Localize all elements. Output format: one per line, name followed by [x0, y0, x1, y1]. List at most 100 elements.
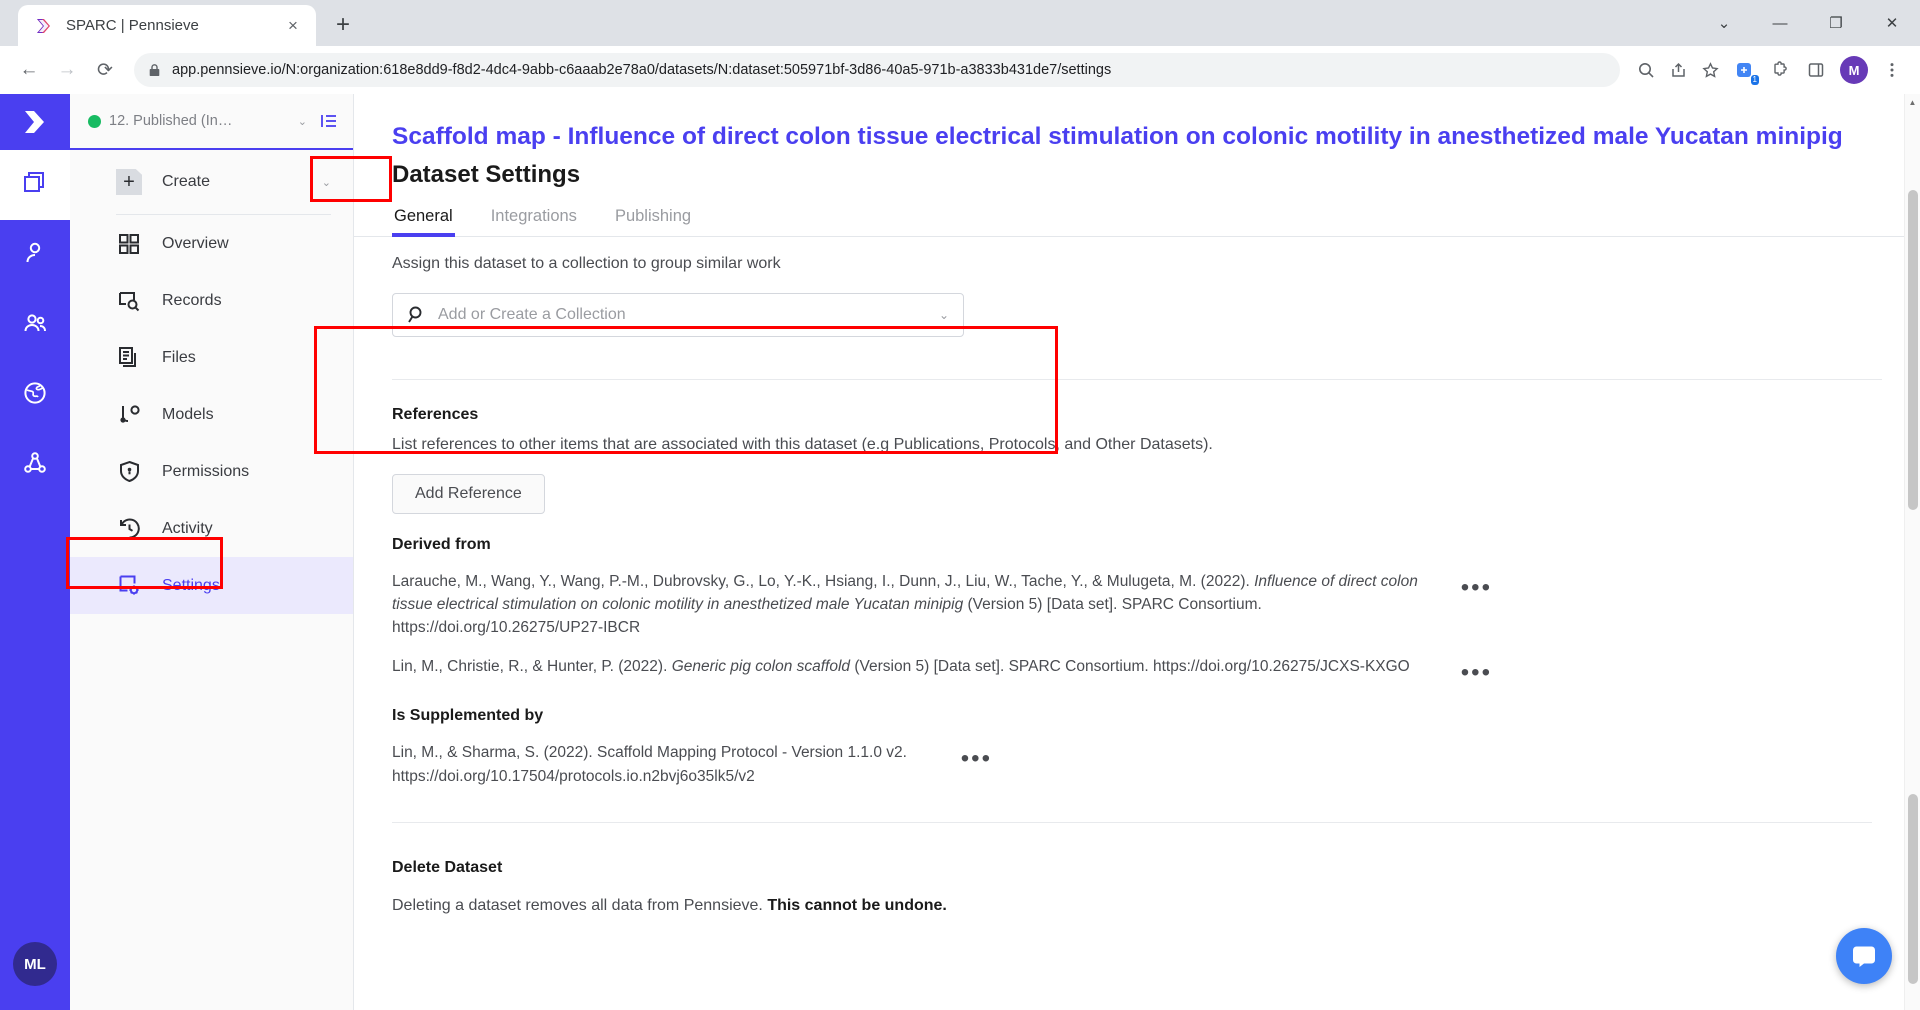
reference-citation: Larauche, M., Wang, Y., Wang, P.-M., Dub…: [392, 570, 1452, 640]
scrollbar-thumb[interactable]: [1908, 190, 1918, 510]
address-bar-url: app.pennsieve.io/N:organization:618e8dd9…: [172, 62, 1112, 78]
browser-chrome: SPARC | Pennsieve × + ⌄ — ❐ ✕ ← → ⟳ app.…: [0, 0, 1920, 94]
search-icon: [407, 305, 426, 324]
citation-authors: Larauche, M., Wang, Y., Wang, P.-M., Dub…: [392, 572, 1255, 590]
sidebar-item-records[interactable]: Records: [70, 272, 353, 329]
sidebar-item-permissions[interactable]: Permissions: [70, 443, 353, 500]
reload-icon[interactable]: ⟳: [88, 53, 122, 87]
citation-authors: Lin, M., Christie, R., & Hunter, P. (202…: [392, 658, 672, 676]
share-icon[interactable]: [1664, 56, 1692, 84]
rail-item-globe[interactable]: [0, 360, 70, 430]
tab-publishing[interactable]: Publishing: [613, 203, 693, 236]
add-file-icon: +: [116, 169, 142, 195]
chrome-menu-icon[interactable]: [1876, 54, 1908, 86]
records-search-icon: [116, 288, 142, 314]
reference-row: Lin, M., Christie, R., & Hunter, P. (202…: [354, 655, 1920, 685]
models-node-icon: [116, 402, 142, 428]
datasets-icon: [21, 169, 49, 202]
delete-description-text: Deleting a dataset removes all data from…: [392, 896, 768, 914]
dataset-sidebar: 12. Published (In… ⌄ + Create ⌄ Overview…: [70, 94, 354, 1010]
create-button[interactable]: + Create ⌄: [70, 150, 353, 214]
new-tab-button[interactable]: +: [326, 8, 360, 42]
citation-meta: (Version 5) [Data set]. SPARC Consortium…: [850, 658, 1410, 676]
dataset-title[interactable]: Scaffold map - Influence of direct colon…: [354, 122, 1920, 153]
sidebar-item-label: Overview: [162, 234, 229, 252]
section-divider: [392, 378, 1882, 380]
rail-item-person[interactable]: [0, 220, 70, 290]
chevron-down-icon[interactable]: ⌄: [298, 115, 307, 128]
content-scrollbar[interactable]: ▲: [1904, 94, 1920, 1010]
sidebar-item-files[interactable]: Files: [70, 329, 353, 386]
dataset-switcher[interactable]: 12. Published (In… ⌄: [70, 94, 353, 150]
maximize-button[interactable]: ❐: [1808, 0, 1864, 46]
sidebar-item-overview[interactable]: Overview: [70, 215, 353, 272]
citation-title: Generic pig colon scaffold: [671, 658, 851, 676]
pennsieve-logo-icon: [34, 16, 54, 36]
sidebar-item-label: Settings: [162, 576, 220, 594]
sidebar-item-models[interactable]: Models: [70, 386, 353, 443]
intercom-chat-icon[interactable]: [1836, 928, 1892, 984]
window-close-button[interactable]: ✕: [1864, 0, 1920, 46]
collection-select[interactable]: Add or Create a Collection ⌄: [392, 292, 964, 337]
browser-toolbar: ← → ⟳ app.pennsieve.io/N:organization:61…: [0, 46, 1920, 94]
rail-item-datasets[interactable]: [0, 150, 70, 220]
browser-tab-title: SPARC | Pennsieve: [66, 17, 199, 34]
rail-item-graph[interactable]: [0, 430, 70, 500]
chevron-down-icon[interactable]: ⌄: [322, 176, 331, 189]
sidebar-item-label: Files: [162, 348, 196, 366]
extension-badge-count: 1: [1750, 75, 1759, 85]
references-title: References: [392, 405, 479, 423]
reference-row: Larauche, M., Wang, Y., Wang, P.-M., Dub…: [354, 570, 1920, 640]
extension-blue-icon[interactable]: 1: [1728, 54, 1760, 86]
rail-item-people[interactable]: [0, 290, 70, 360]
chrome-more-icon[interactable]: ⌄: [1696, 0, 1752, 46]
lock-icon: [148, 63, 162, 77]
profile-avatar[interactable]: M: [1840, 56, 1868, 84]
star-icon[interactable]: [1696, 56, 1724, 84]
search-icon[interactable]: [1632, 56, 1660, 84]
sidebar-item-activity[interactable]: Activity: [70, 500, 353, 557]
scrollbar-thumb-secondary[interactable]: [1908, 794, 1918, 984]
collapse-sidebar-icon[interactable]: [319, 111, 339, 131]
address-bar[interactable]: app.pennsieve.io/N:organization:618e8dd9…: [134, 53, 1620, 87]
create-label: Create: [162, 173, 211, 190]
forward-icon[interactable]: →: [50, 53, 84, 87]
reference-menu-icon[interactable]: •••: [1452, 655, 1492, 685]
reference-row: Lin, M., & Sharma, S. (2022). Scaffold M…: [354, 741, 1920, 788]
settings-scroll-area: Assign this dataset to a collection to g…: [354, 255, 1920, 915]
tab-integrations[interactable]: Integrations: [489, 203, 579, 236]
sidebar-item-settings[interactable]: Settings: [70, 557, 353, 614]
tab-general[interactable]: General: [392, 203, 455, 237]
split-view-icon[interactable]: [1800, 54, 1832, 86]
citation-authors: Lin, M., & Sharma, S. (2022). Scaffold M…: [392, 744, 907, 785]
main-content: Scaffold map - Influence of direct colon…: [354, 94, 1920, 1010]
globe-icon: [21, 379, 49, 412]
browser-tab[interactable]: SPARC | Pennsieve ×: [18, 5, 316, 46]
add-reference-button[interactable]: Add Reference: [392, 473, 545, 514]
sidebar-item-label: Permissions: [162, 462, 250, 480]
history-clock-icon: [116, 516, 142, 542]
sidebar-item-label: Activity: [162, 519, 213, 537]
dataset-switcher-label: 12. Published (In…: [109, 113, 233, 129]
scroll-up-arrow[interactable]: ▲: [1905, 94, 1920, 110]
app-body: ML 12. Published (In… ⌄ + Create ⌄ Overv…: [0, 94, 1920, 1010]
collection-placeholder: Add or Create a Collection: [438, 305, 626, 323]
reference-group-label: Derived from: [392, 535, 491, 553]
content-inner: Scaffold map - Influence of direct colon…: [354, 94, 1920, 915]
primary-rail: ML: [0, 94, 70, 1010]
graph-icon: [21, 449, 49, 482]
grid-icon: [116, 231, 142, 257]
chevron-down-icon[interactable]: ⌄: [939, 308, 949, 322]
close-icon[interactable]: ×: [280, 13, 306, 39]
minimize-button[interactable]: —: [1752, 0, 1808, 46]
person-icon: [21, 239, 49, 272]
section-divider: [392, 821, 1872, 823]
user-avatar[interactable]: ML: [13, 942, 57, 986]
settings-gear-icon: [116, 573, 142, 599]
back-icon[interactable]: ←: [12, 53, 46, 87]
pennsieve-logo-icon[interactable]: [0, 94, 70, 150]
reference-menu-icon[interactable]: •••: [1452, 570, 1492, 600]
extension-puzzle-icon[interactable]: [1764, 54, 1796, 86]
reference-menu-icon[interactable]: •••: [952, 741, 992, 771]
